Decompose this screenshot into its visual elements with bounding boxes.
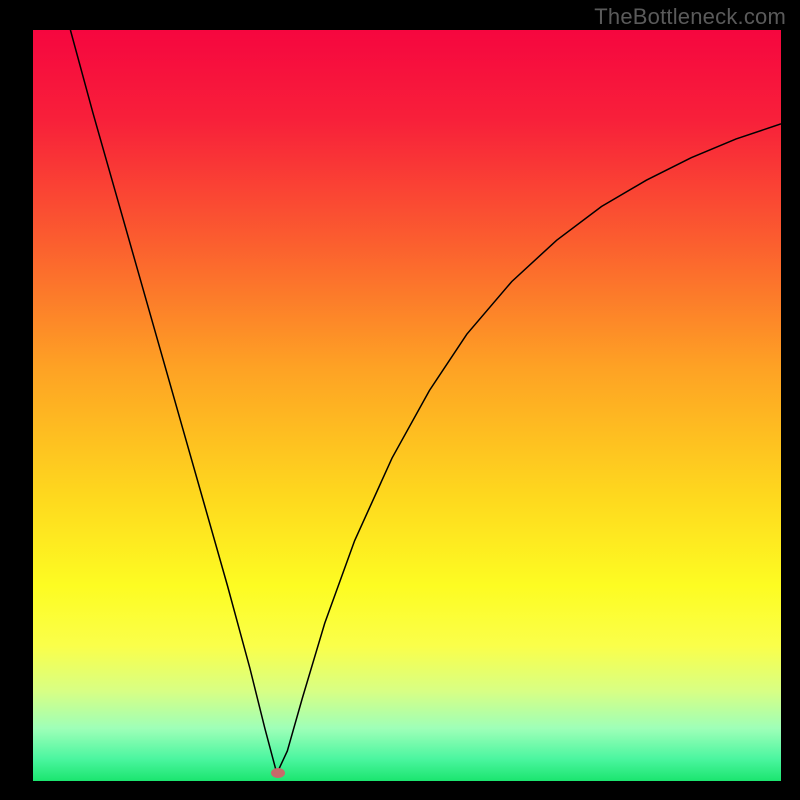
minimum-marker [271,768,285,778]
chart-stage: TheBottleneck.com [0,0,800,800]
plot-area [33,30,781,781]
watermark-text: TheBottleneck.com [594,4,786,30]
bottleneck-curve [33,30,781,781]
curve-path [70,30,781,773]
